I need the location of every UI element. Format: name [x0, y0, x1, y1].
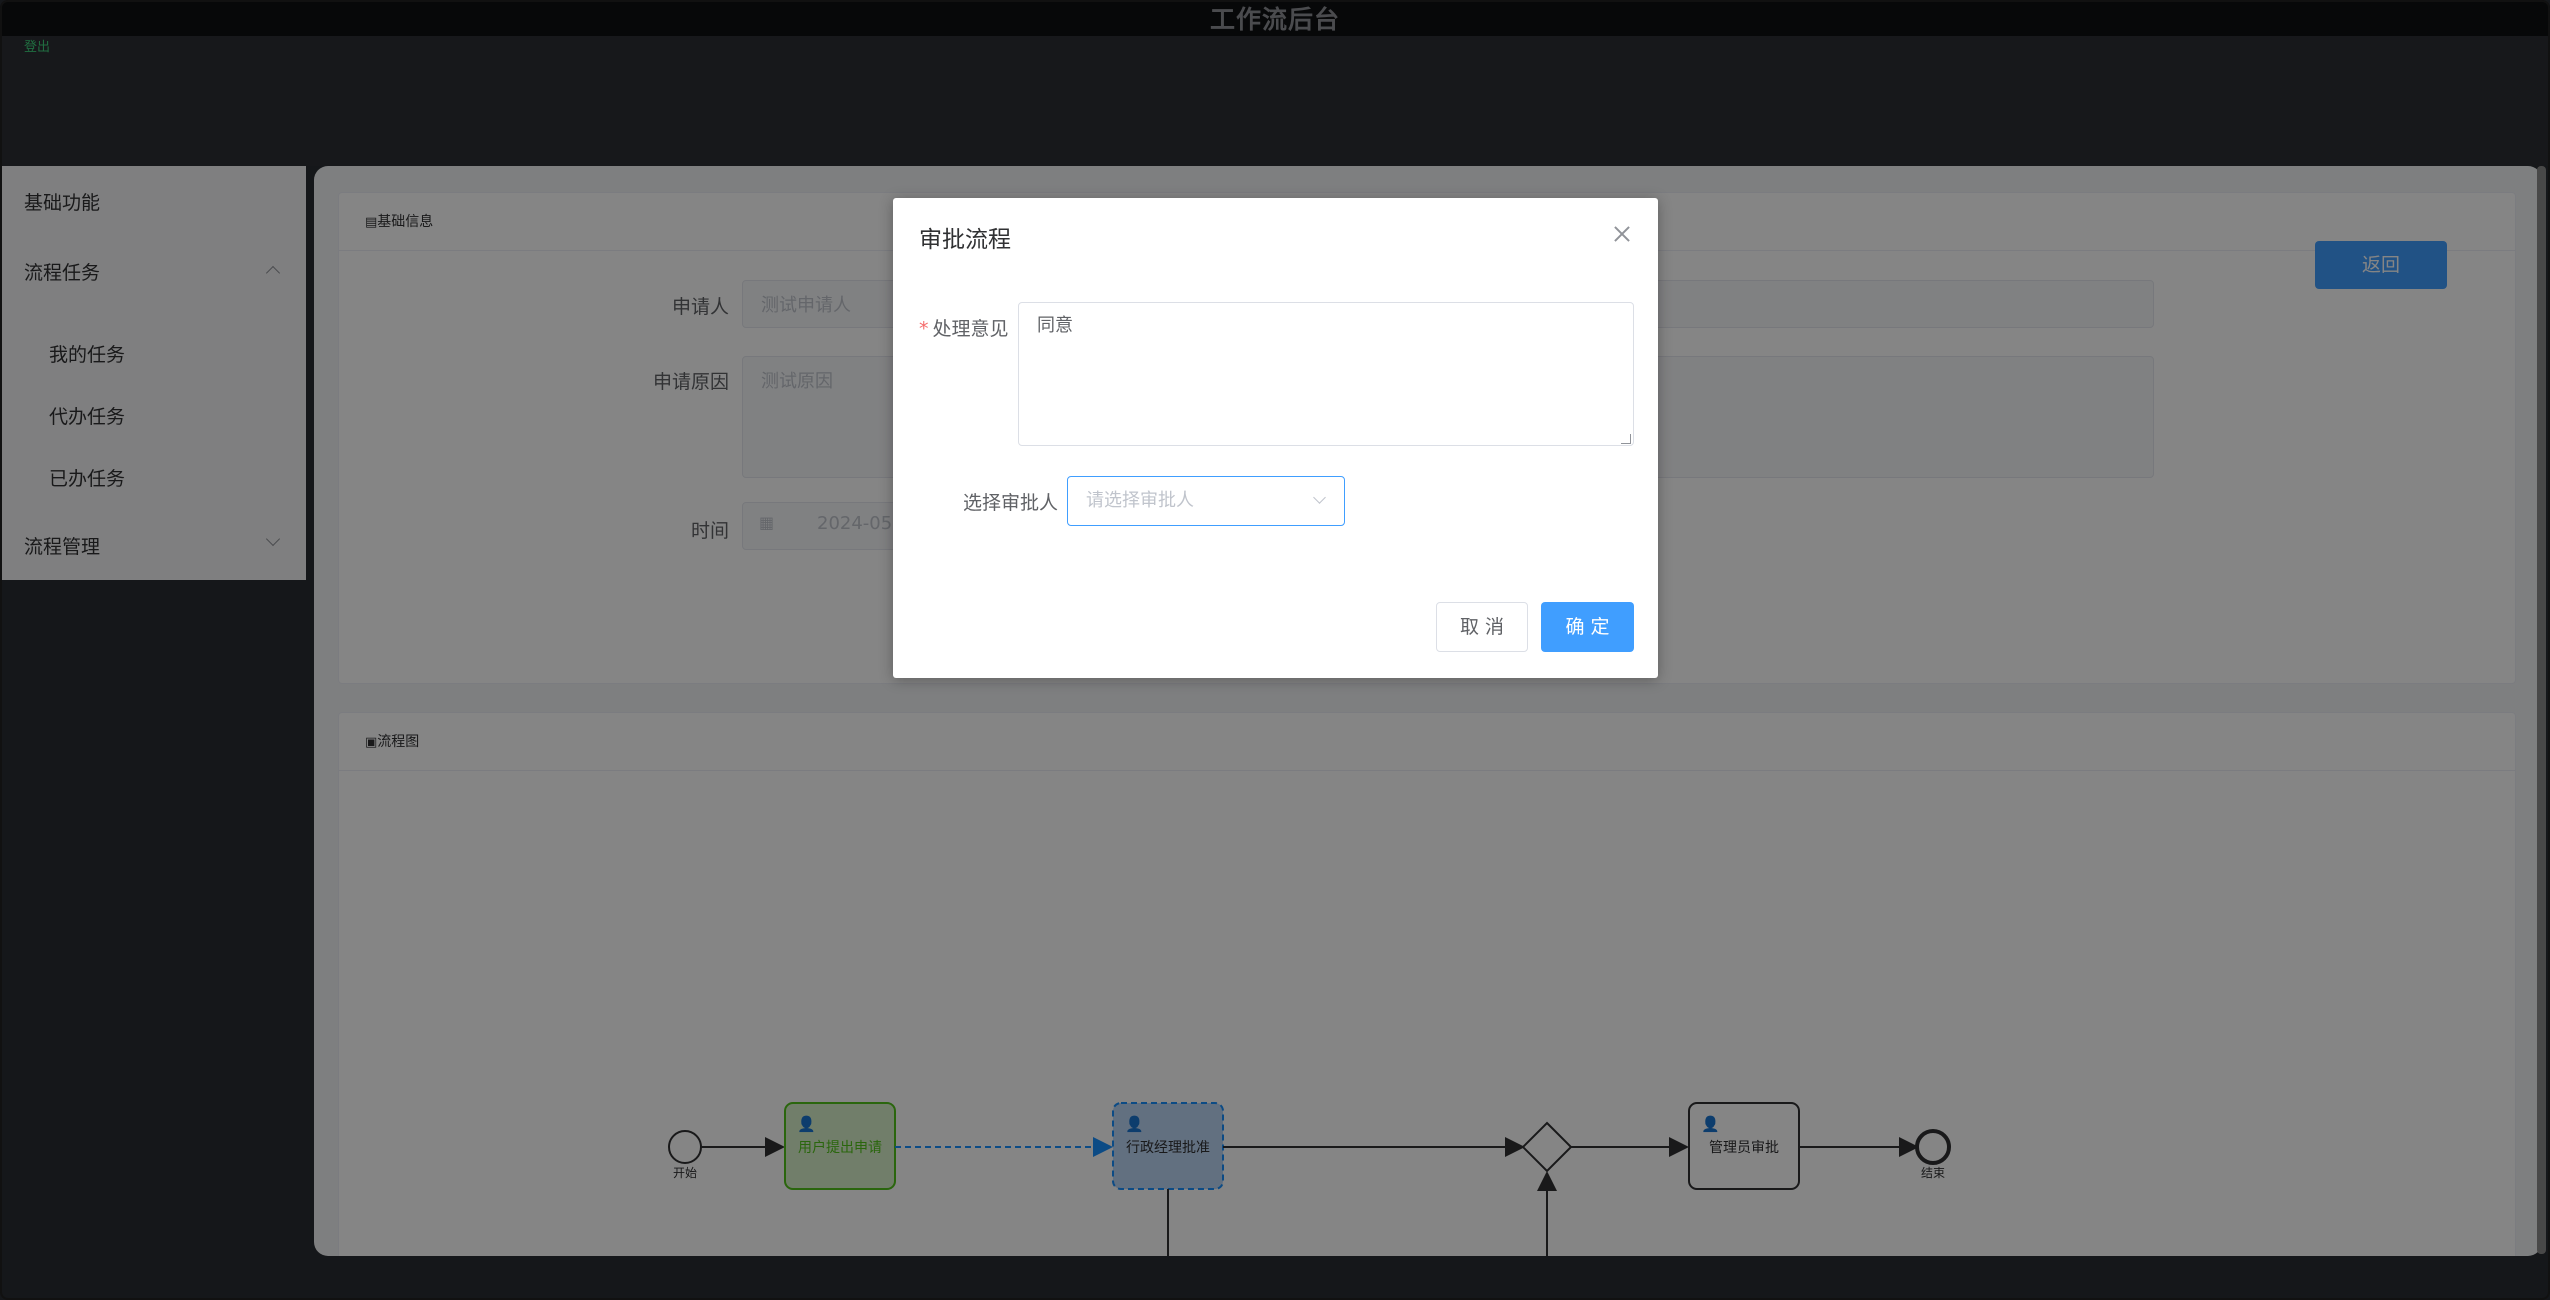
close-icon[interactable]	[1612, 224, 1632, 244]
dialog-title: 审批流程	[919, 227, 1011, 253]
cancel-button[interactable]: 取 消	[1436, 602, 1528, 652]
approver-label: 选择审批人	[963, 492, 1059, 514]
approve-dialog: 审批流程 * 处理意见 同意 选择审批人 请选择审批人 取 消 确 定	[893, 198, 1658, 678]
approver-select[interactable]: 请选择审批人	[1067, 476, 1345, 526]
opinion-label: * 处理意见	[919, 318, 1009, 340]
approver-placeholder: 请选择审批人	[1086, 490, 1194, 511]
confirm-button[interactable]: 确 定	[1541, 602, 1634, 652]
opinion-textarea[interactable]: 同意	[1018, 302, 1634, 446]
chevron-down-icon	[1313, 491, 1326, 504]
resize-handle-icon[interactable]	[1621, 434, 1631, 444]
opinion-label-text: 处理意见	[932, 318, 1009, 340]
